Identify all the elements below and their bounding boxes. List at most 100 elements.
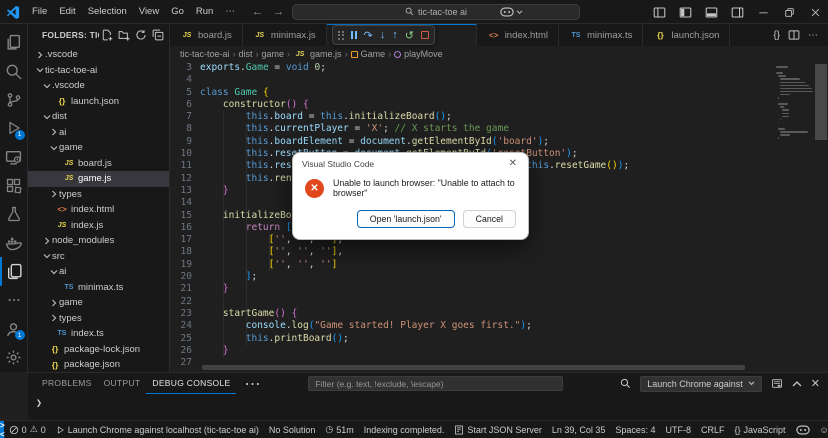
tab-index-html[interactable]: <>index.html xyxy=(477,24,559,46)
copilot-menu[interactable] xyxy=(494,0,528,24)
toggle-panel-icon[interactable] xyxy=(698,0,724,24)
menu-selection[interactable]: Selection xyxy=(82,4,133,19)
more-icon[interactable] xyxy=(0,286,28,315)
pages-icon[interactable] xyxy=(0,257,28,286)
docker-icon[interactable] xyxy=(0,229,28,258)
horizontal-scrollbar[interactable] xyxy=(202,365,768,370)
tree-item-types[interactable]: types xyxy=(28,187,169,203)
breadcrumb-game[interactable]: game xyxy=(262,49,285,59)
menu-edit[interactable]: Edit xyxy=(53,4,81,19)
curly-braces-icon[interactable]: {} xyxy=(773,30,780,41)
menu-view[interactable]: View xyxy=(133,4,165,19)
status-javascript[interactable]: {}JavaScript xyxy=(729,421,790,438)
menu-more[interactable]: ⋯ xyxy=(219,4,241,19)
debug-config-dropdown[interactable]: Launch Chrome against xyxy=(640,376,762,392)
tree-item-package-lock-json[interactable]: {}package-lock.json xyxy=(28,342,169,358)
maximize-panel-icon[interactable] xyxy=(792,380,802,387)
breadcrumb-tic-tac-toe-ai[interactable]: tic-tac-toe-ai xyxy=(180,49,230,59)
close-icon[interactable] xyxy=(802,0,828,24)
status-utf-8[interactable]: UTF-8 xyxy=(660,421,696,438)
refresh-icon[interactable] xyxy=(133,27,148,42)
tree-item--vscode[interactable]: .vscode xyxy=(28,47,169,63)
menu-run[interactable]: Run xyxy=(190,4,219,19)
explorer-icon[interactable] xyxy=(0,28,28,57)
tree-item-minimax-ts[interactable]: TSminimax.ts xyxy=(28,280,169,296)
tab-board-js[interactable]: JSboard.js xyxy=(170,24,243,46)
nav-back-icon[interactable]: ← xyxy=(250,6,265,18)
tree-item-index-js[interactable]: JSindex.js xyxy=(28,218,169,234)
close-panel-icon[interactable]: ✕ xyxy=(811,377,820,390)
tree-item-ai[interactable]: ai xyxy=(28,264,169,280)
layout-customize-icon[interactable] xyxy=(646,0,672,24)
status-51m[interactable]: ◷51m xyxy=(320,421,358,438)
testing-icon[interactable] xyxy=(0,200,28,229)
cancel-button[interactable]: Cancel xyxy=(463,210,516,228)
tree-item-dist[interactable]: dist xyxy=(28,109,169,125)
breadcrumb-game.js[interactable]: JSgame.js xyxy=(293,49,342,59)
restart-icon[interactable]: ↺ xyxy=(405,29,414,42)
extensions-icon[interactable] xyxy=(0,171,28,200)
status-feedback-smiley-icon[interactable]: ☺ xyxy=(815,421,828,438)
tree-item-ai[interactable]: ai xyxy=(28,125,169,141)
source-control-icon[interactable] xyxy=(0,85,28,114)
step-into-icon[interactable]: ↓ xyxy=(380,29,386,41)
settings-gear-icon[interactable] xyxy=(0,343,28,372)
tab-launch-json[interactable]: {}launch.json xyxy=(643,24,730,46)
status-launch-chrome-against-localhost-tic-tac-toe-ai[interactable]: Launch Chrome against localhost (tic-tac… xyxy=(51,421,264,438)
sidebar-section-title[interactable]: FOLDERS: TIC... xyxy=(42,30,99,40)
status-no-solution[interactable]: No Solution xyxy=(264,421,321,438)
drag-grip-icon[interactable] xyxy=(338,31,344,40)
step-over-icon[interactable]: ↷ xyxy=(364,29,373,42)
debug-console[interactable]: ❯ xyxy=(28,394,828,420)
step-out-icon[interactable]: ↑ xyxy=(392,29,398,41)
status-start-json-server[interactable]: Start JSON Server xyxy=(449,421,547,438)
breadcrumb-playmove[interactable]: playMove xyxy=(394,49,443,59)
tree-item-src[interactable]: src xyxy=(28,249,169,265)
panel-tab-debug-console[interactable]: DEBUG CONSOLE xyxy=(146,373,236,394)
remote-explorer-icon[interactable] xyxy=(0,143,28,172)
pause-icon[interactable] xyxy=(351,31,357,39)
tab-minimax-ts[interactable]: TSminimax.ts xyxy=(559,24,643,46)
toggle-secondary-sidebar-icon[interactable] xyxy=(724,0,750,24)
tab-minimax-js[interactable]: JSminimax.js xyxy=(243,24,327,46)
run-debug-icon[interactable]: 1 xyxy=(0,114,28,143)
status-copilot-icon[interactable] xyxy=(791,421,815,438)
tree-item-launch-json[interactable]: {}launch.json xyxy=(28,94,169,110)
vertical-scrollbar[interactable] xyxy=(814,62,828,372)
status-spaces-4[interactable]: Spaces: 4 xyxy=(610,421,660,438)
tree-item-index-ts[interactable]: TSindex.ts xyxy=(28,326,169,342)
status-ln-39-col-35[interactable]: Ln 39, Col 35 xyxy=(547,421,611,438)
stop-icon[interactable] xyxy=(421,31,429,39)
panel-more-icon[interactable]: ⋯ xyxy=(240,374,264,394)
tree-item-node-modules[interactable]: node_modules xyxy=(28,233,169,249)
breadcrumb[interactable]: tic-tac-toe-ai›dist›game›JSgame.js›Game›… xyxy=(170,46,828,62)
panel-view-icon[interactable] xyxy=(771,378,783,389)
minimize-icon[interactable] xyxy=(750,0,776,24)
status-0[interactable]: 0⚠0 xyxy=(4,421,51,438)
panel-tab-problems[interactable]: PROBLEMS xyxy=(36,373,98,394)
more-actions-icon[interactable]: ⋯ xyxy=(808,30,818,41)
status-crlf[interactable]: CRLF xyxy=(696,421,730,438)
collapse-all-icon[interactable] xyxy=(150,27,165,42)
menu-file[interactable]: File xyxy=(26,4,53,19)
tree-item-board-js[interactable]: JSboard.js xyxy=(28,156,169,172)
breadcrumb-dist[interactable]: dist xyxy=(239,49,253,59)
tree-item-game-js[interactable]: JSgame.js xyxy=(28,171,169,187)
status-indexing-completed[interactable]: Indexing completed. xyxy=(359,421,450,438)
tree-item-game[interactable]: game xyxy=(28,140,169,156)
nav-forward-icon[interactable]: → xyxy=(271,6,286,18)
new-folder-icon[interactable] xyxy=(116,27,131,42)
tree-item-package-json[interactable]: {}package.json xyxy=(28,357,169,372)
tree-item-types[interactable]: types xyxy=(28,311,169,327)
account-icon[interactable]: 1 xyxy=(0,315,28,344)
restore-icon[interactable] xyxy=(776,0,802,24)
breadcrumb-game[interactable]: Game xyxy=(351,49,386,59)
tree-item-game[interactable]: game xyxy=(28,295,169,311)
tree-item-index-html[interactable]: <>index.html xyxy=(28,202,169,218)
open-launch-json-button[interactable]: Open 'launch.json' xyxy=(357,210,455,228)
panel-tab-output[interactable]: OUTPUT xyxy=(98,373,147,394)
toggle-sidebar-icon[interactable] xyxy=(672,0,698,24)
dialog-close-icon[interactable]: ✕ xyxy=(507,158,519,169)
minimap[interactable] xyxy=(774,62,812,372)
tree-item--vscode[interactable]: .vscode xyxy=(28,78,169,94)
